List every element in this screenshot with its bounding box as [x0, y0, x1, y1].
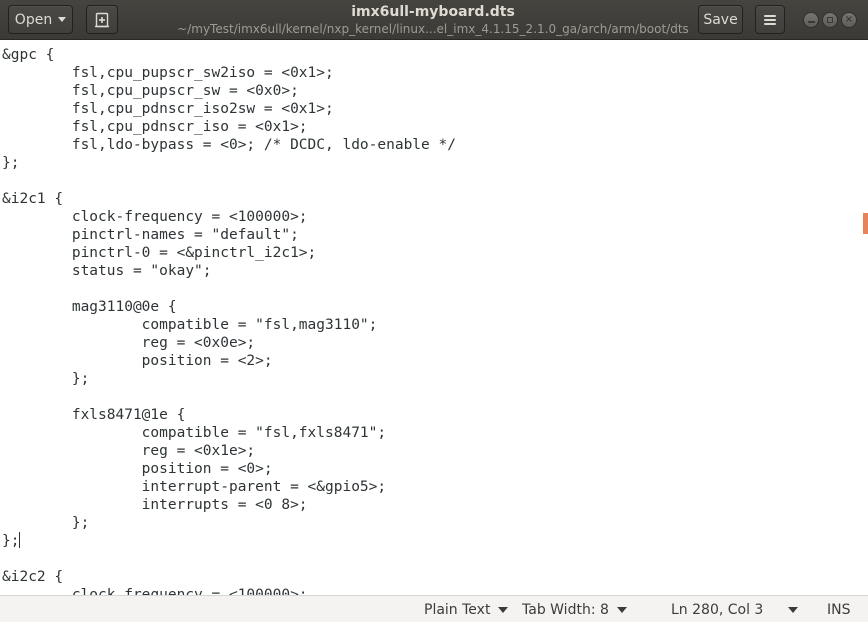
chevron-down-icon: [498, 607, 509, 613]
code-line[interactable]: reg = <0x0e>;: [2, 334, 456, 352]
maximize-button[interactable]: [822, 12, 838, 28]
code-line[interactable]: };: [2, 370, 456, 388]
hamburger-menu-icon: [764, 14, 776, 25]
code-line-text: fsl,cpu_pdnscr_iso = <0x1>;: [2, 119, 308, 135]
code-line[interactable]: compatible = "fsl,mag3110";: [2, 316, 456, 334]
new-tab-button[interactable]: [86, 5, 118, 34]
code-line-text: &i2c1 {: [2, 191, 64, 207]
gedit-window: Open imx6ull-myboard.dts ~/myTest/imx6ul…: [0, 0, 868, 622]
maximize-icon: [827, 17, 833, 23]
code-line[interactable]: status = "okay";: [2, 262, 456, 280]
code-line[interactable]: compatible = "fsl,fxls8471";: [2, 424, 456, 442]
code-line-text: clock-frequency = <100000>;: [2, 209, 308, 225]
code-line-text: };: [2, 533, 20, 549]
code-line-text: reg = <0x1e>;: [2, 443, 256, 459]
code-line[interactable]: pinctrl-names = "default";: [2, 226, 456, 244]
save-button-label: Save: [703, 11, 738, 28]
code-line[interactable]: reg = <0x1e>;: [2, 442, 456, 460]
code-line-text: fsl,cpu_pupscr_sw = <0x0>;: [2, 83, 299, 99]
code-line-text: status = "okay";: [2, 263, 212, 279]
scrollbar-indicator[interactable]: [863, 213, 868, 234]
code-line-text: compatible = "fsl,mag3110";: [2, 317, 378, 333]
code-line[interactable]: fsl,cpu_pdnscr_iso = <0x1>;: [2, 118, 456, 136]
code-line-text: };: [2, 515, 90, 531]
insert-mode-indicator[interactable]: INS: [827, 601, 851, 619]
file-path: ~/myTest/imx6ull/kernel/nxp_kernel/linux…: [177, 22, 689, 36]
insert-mode-label: INS: [827, 602, 851, 618]
code-line-text: interrupts = <0 8>;: [2, 497, 308, 513]
code-line[interactable]: position = <0>;: [2, 460, 456, 478]
code-line-text: fsl,cpu_pupscr_sw2iso = <0x1>;: [2, 65, 334, 81]
chevron-down-icon: [616, 607, 627, 613]
code-line[interactable]: clock-frequency = <100000>;: [2, 208, 456, 226]
code-line[interactable]: position = <2>;: [2, 352, 456, 370]
code-line-text: compatible = "fsl,fxls8471";: [2, 425, 387, 441]
code-line-text: pinctrl-0 = <&pinctrl_i2c1>;: [2, 245, 317, 261]
code-line[interactable]: };: [2, 532, 456, 550]
code-line[interactable]: pinctrl-0 = <&pinctrl_i2c1>;: [2, 244, 456, 262]
code-line-text: fsl,cpu_pdnscr_iso2sw = <0x1>;: [2, 101, 334, 117]
open-button-label: Open: [14, 11, 53, 28]
code-line[interactable]: clock_frequency = <100000>;: [2, 586, 456, 595]
close-icon: ×: [844, 14, 854, 25]
language-label: Plain Text: [424, 602, 491, 618]
position-menu-button[interactable]: [788, 601, 798, 619]
code-line-text: interrupt-parent = <&gpio5>;: [2, 479, 387, 495]
title-block: imx6ull-myboard.dts ~/myTest/imx6ull/ker…: [160, 4, 706, 37]
code-line-text: &gpc {: [2, 47, 55, 63]
code-area[interactable]: &gpc { fsl,cpu_pupscr_sw2iso = <0x1>; fs…: [2, 46, 456, 595]
code-line[interactable]: fsl,cpu_pupscr_sw2iso = <0x1>;: [2, 64, 456, 82]
code-line[interactable]: };: [2, 154, 456, 172]
minimize-button[interactable]: [803, 12, 819, 28]
code-line[interactable]: &i2c1 {: [2, 190, 456, 208]
minimize-icon: [807, 20, 815, 23]
code-line-text: &i2c2 {: [2, 569, 64, 585]
cursor-position-label: Ln 280, Col 3: [671, 602, 764, 618]
status-bar: Plain Text Tab Width: 8 Ln 280, Col 3 IN…: [0, 595, 868, 622]
code-line[interactable]: fsl,cpu_pdnscr_iso2sw = <0x1>;: [2, 100, 456, 118]
code-line-text: };: [2, 155, 20, 171]
code-line[interactable]: &i2c2 {: [2, 568, 456, 586]
code-line-text: fsl,ldo-bypass = <0>; /* DCDC, ldo-enabl…: [2, 137, 456, 153]
code-line[interactable]: [2, 172, 456, 190]
code-line[interactable]: interrupts = <0 8>;: [2, 496, 456, 514]
code-line-text: };: [2, 371, 90, 387]
text-editor[interactable]: &gpc { fsl,cpu_pupscr_sw2iso = <0x1>; fs…: [0, 40, 868, 595]
menu-button[interactable]: [755, 5, 785, 34]
code-line-text: fxls8471@1e {: [2, 407, 186, 423]
text-cursor: [19, 532, 21, 548]
code-line-text: reg = <0x0e>;: [2, 335, 256, 351]
header-bar: Open imx6ull-myboard.dts ~/myTest/imx6ul…: [0, 0, 868, 40]
language-selector[interactable]: Plain Text: [424, 601, 509, 619]
code-line-text: position = <2>;: [2, 353, 273, 369]
code-line[interactable]: [2, 550, 456, 568]
code-line[interactable]: &gpc {: [2, 46, 456, 64]
close-button[interactable]: ×: [841, 12, 857, 28]
chevron-down-icon: [58, 17, 67, 22]
new-document-icon: [95, 12, 109, 27]
window-title: imx6ull-myboard.dts: [351, 4, 515, 20]
code-line[interactable]: fxls8471@1e {: [2, 406, 456, 424]
code-line[interactable]: [2, 280, 456, 298]
cursor-position: Ln 280, Col 3: [671, 601, 763, 619]
code-line[interactable]: fsl,ldo-bypass = <0>; /* DCDC, ldo-enabl…: [2, 136, 456, 154]
code-line-text: position = <0>;: [2, 461, 273, 477]
open-button[interactable]: Open: [8, 5, 73, 34]
code-line-text: pinctrl-names = "default";: [2, 227, 299, 243]
code-line-text: clock_frequency = <100000>;: [2, 587, 308, 595]
tab-width-selector[interactable]: Tab Width: 8: [522, 601, 627, 619]
save-button[interactable]: Save: [698, 5, 743, 34]
code-line[interactable]: interrupt-parent = <&gpio5>;: [2, 478, 456, 496]
tab-width-label: Tab Width: 8: [522, 602, 609, 618]
chevron-down-icon: [788, 607, 798, 613]
code-line[interactable]: };: [2, 514, 456, 532]
code-line[interactable]: mag3110@0e {: [2, 298, 456, 316]
code-line[interactable]: [2, 388, 456, 406]
code-line-text: mag3110@0e {: [2, 299, 177, 315]
code-line[interactable]: fsl,cpu_pupscr_sw = <0x0>;: [2, 82, 456, 100]
